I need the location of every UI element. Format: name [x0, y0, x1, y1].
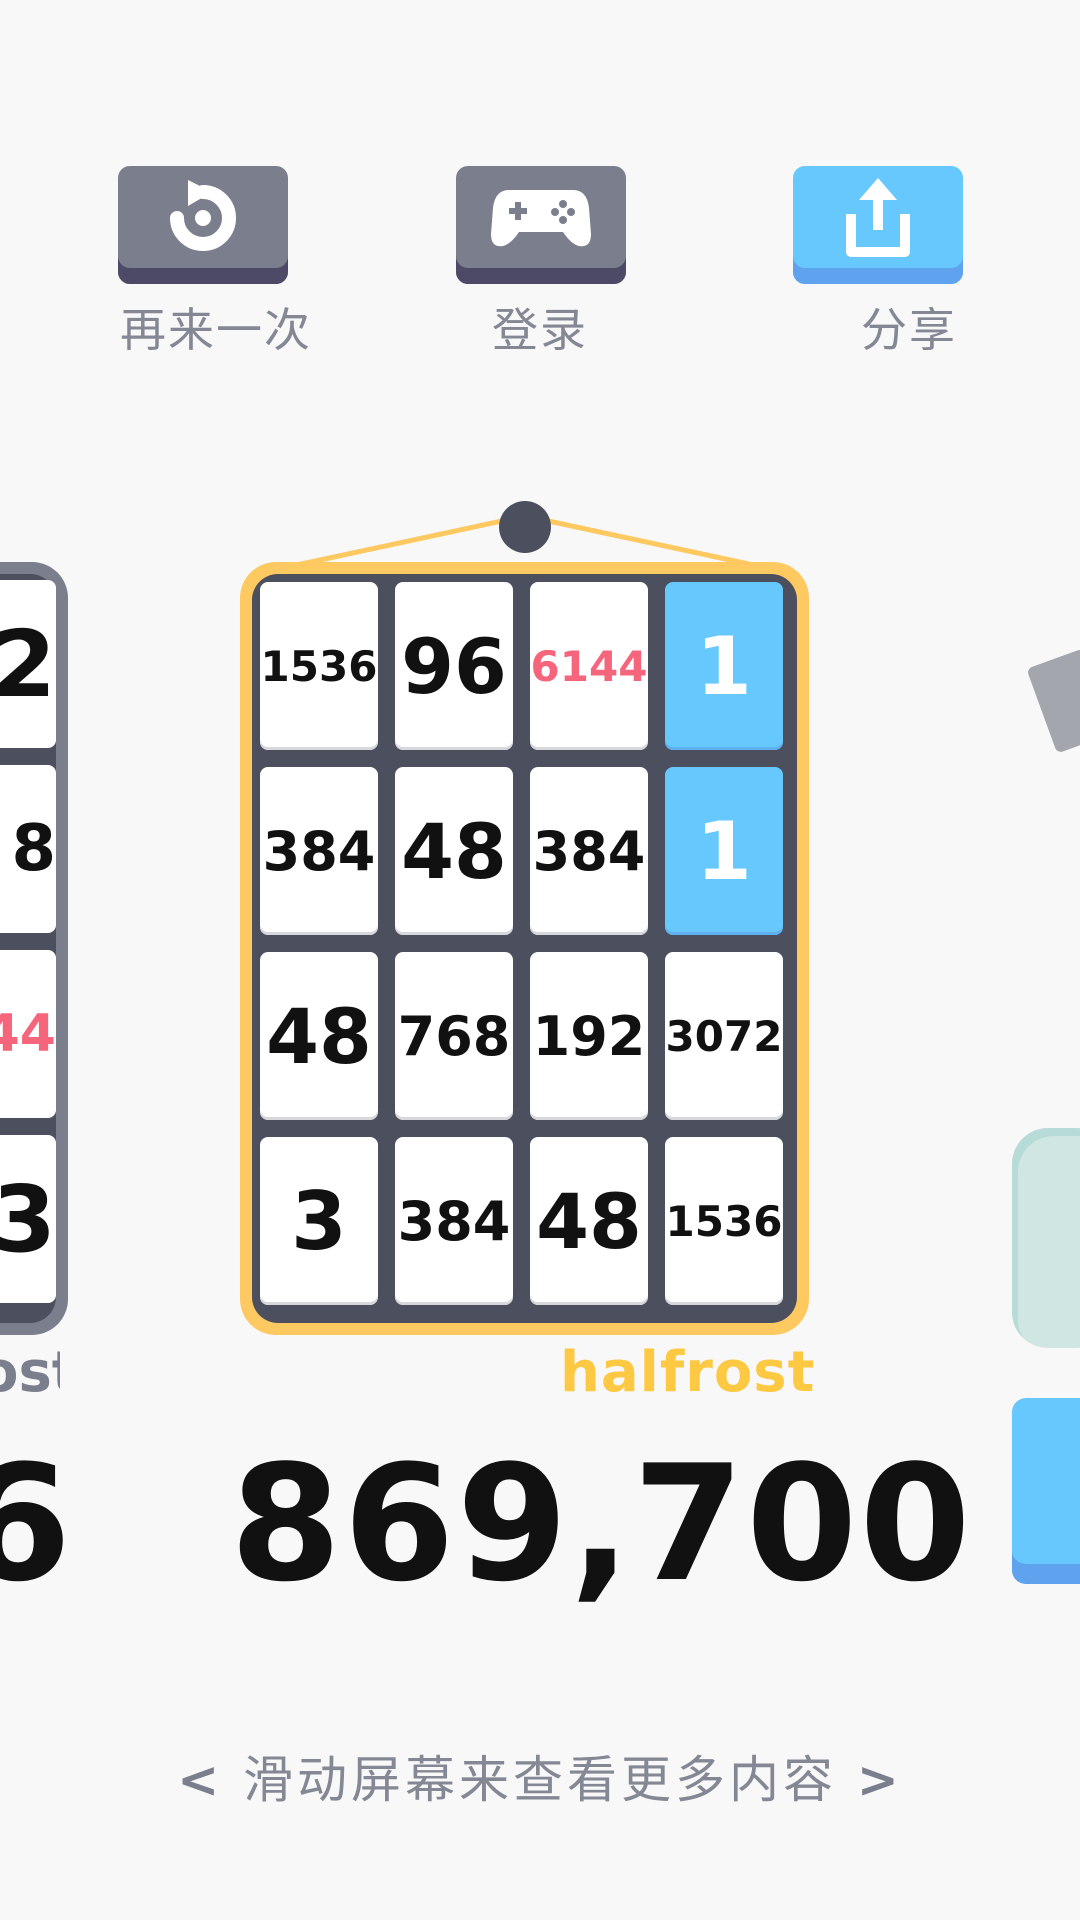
- board-tile: 1536: [260, 582, 378, 750]
- board-tile: 1: [665, 767, 783, 935]
- swipe-left-arrow[interactable]: <: [177, 1751, 223, 1809]
- previous-score: 6: [0, 1430, 68, 1617]
- board-tile: 48: [530, 1137, 648, 1305]
- previous-tile: 44: [0, 950, 56, 1118]
- board-tile: 3: [260, 1137, 378, 1305]
- next-item-peek: [1026, 648, 1080, 754]
- board-tile: 384: [530, 767, 648, 935]
- board-tile: 96: [395, 582, 513, 750]
- previous-board[interactable]: 2 8 44 3: [0, 562, 68, 1335]
- board-tile: 192: [530, 952, 648, 1120]
- previous-tile: 3: [0, 1135, 56, 1303]
- next-button-peek[interactable]: [1012, 1398, 1080, 1584]
- game-over-screen: 再来一次 登录 分享 2 8 44 3 s 6 1536 96 6144 1 3…: [0, 0, 1080, 1920]
- board-tile: 48: [395, 767, 513, 935]
- board-tile: 384: [260, 767, 378, 935]
- next-board-peek[interactable]: [1012, 1128, 1080, 1348]
- board-tile: 1: [665, 582, 783, 750]
- final-board: 1536 96 6144 1 384 48 384 1 48 768 192 3072 3 384 48 15…: [240, 562, 809, 1335]
- previous-tile: 8: [0, 765, 56, 933]
- player-name: halfrost: [560, 1340, 816, 1405]
- previous-player-name: ost: [0, 1340, 60, 1405]
- hanger-pin: [499, 501, 551, 553]
- board-tile: 48: [260, 952, 378, 1120]
- swipe-hint: < 滑动屏幕来查看更多内容 >: [0, 1740, 1080, 1812]
- board-tile: 1536: [665, 1137, 783, 1305]
- board-tile: 6144: [530, 582, 648, 750]
- swipe-right-arrow[interactable]: >: [857, 1751, 903, 1809]
- board-hanger: [291, 501, 759, 569]
- board-tile: 768: [395, 952, 513, 1120]
- board-tile: 3072: [665, 952, 783, 1120]
- swipe-hint-text: 滑动屏幕来查看更多内容: [243, 1751, 837, 1809]
- board-tile: 384: [395, 1137, 513, 1305]
- previous-board-inner: 2 8 44 3: [0, 574, 56, 1323]
- board-inner: 1536 96 6144 1 384 48 384 1 48 768 192 3072 3 384 48 15…: [252, 574, 797, 1323]
- final-score: 869,700: [230, 1430, 973, 1617]
- previous-tile: 2: [0, 580, 56, 748]
